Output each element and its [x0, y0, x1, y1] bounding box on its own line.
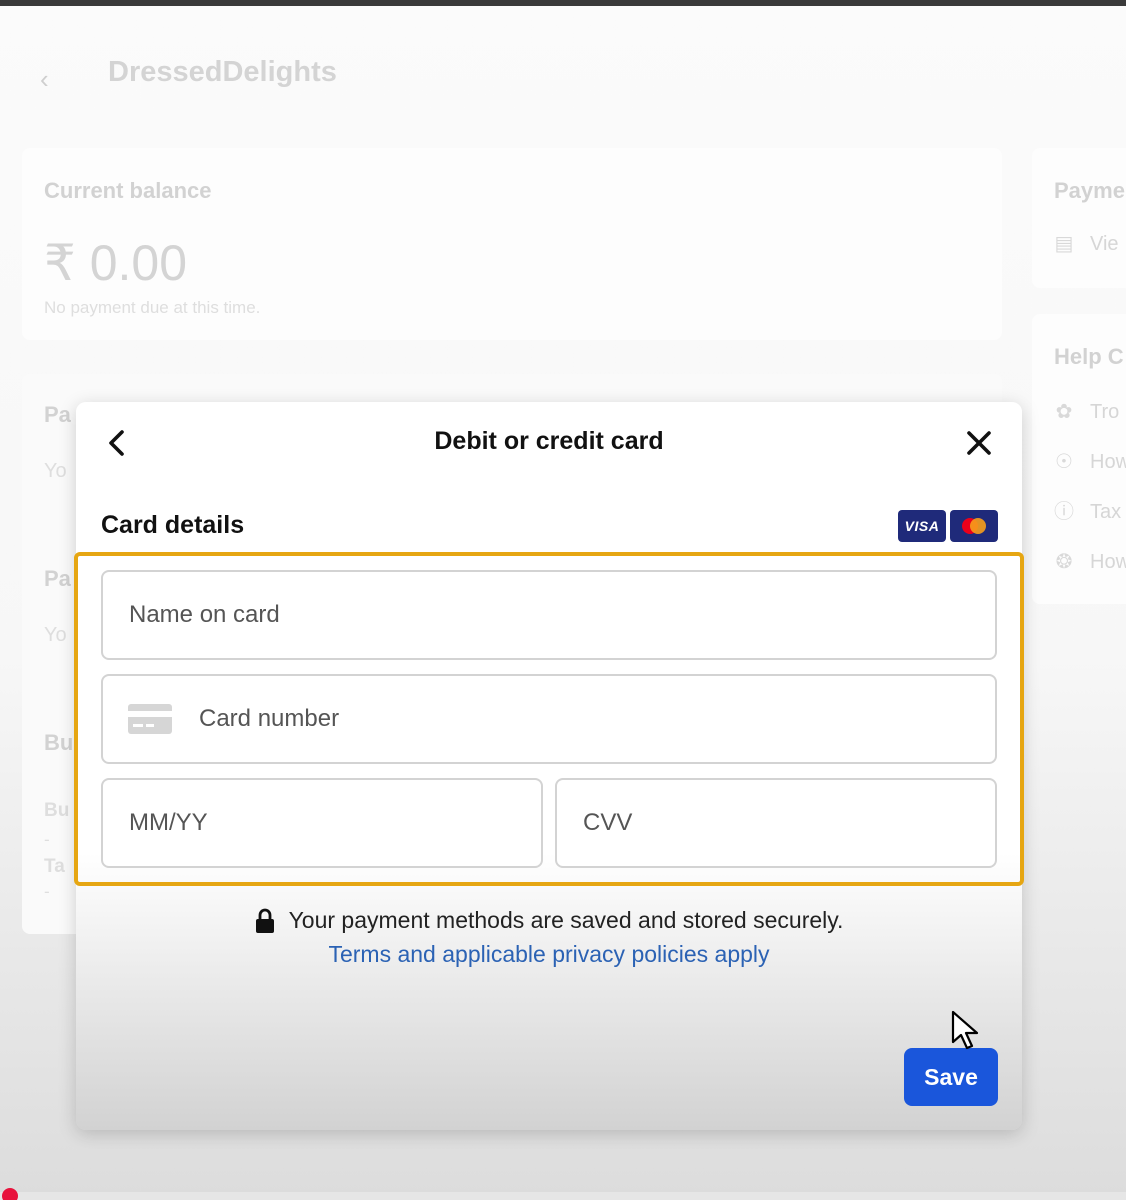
visa-logo: VISA: [898, 510, 946, 542]
side-card-title: Help C: [1054, 344, 1124, 369]
lock-icon: [255, 908, 274, 933]
close-icon[interactable]: [964, 428, 994, 458]
expiry-field[interactable]: MM/YY: [101, 778, 543, 868]
partial-label: Pa: [44, 402, 71, 427]
troubleshoot-icon: ✿: [1055, 401, 1073, 423]
balance-amount: ₹ 0.00: [44, 235, 188, 291]
dialog-title: Debit or credit card: [434, 427, 664, 455]
partial-label: Bu: [44, 730, 74, 755]
name-on-card-placeholder: Name on card: [129, 601, 280, 628]
card-details-heading: Card details: [101, 511, 245, 539]
receipt-icon: ▤: [1054, 233, 1074, 255]
name-on-card-field[interactable]: Name on card: [101, 570, 997, 660]
balance-card: Current balance ₹ 0.00 No payment due at…: [22, 148, 1002, 340]
card-dialog: Debit or credit card Card details VISA N…: [74, 402, 1024, 1130]
help-item[interactable]: ⓘ Tax: [1052, 500, 1121, 524]
expiry-placeholder: MM/YY: [129, 809, 208, 836]
partial-label: Yo: [44, 460, 67, 482]
mouse-pointer-icon: [951, 1010, 979, 1050]
help-item-label: How: [1090, 550, 1126, 573]
help-item[interactable]: ❂ How: [1052, 550, 1126, 574]
balance-note: No payment due at this time.: [44, 298, 261, 317]
card-brand-logos: VISA: [898, 510, 998, 542]
visa-logo-text: VISA: [904, 518, 940, 534]
balance-label: Current balance: [44, 178, 212, 203]
secure-note-text: Your payment methods are saved and store…: [288, 907, 844, 933]
help-item-label: Tax: [1090, 500, 1122, 523]
help-item[interactable]: ☉ How: [1052, 450, 1126, 474]
cvv-placeholder: CVV: [583, 809, 633, 836]
back-arrow-icon[interactable]: ‹: [40, 64, 62, 94]
progress-scrubber[interactable]: [2, 1188, 18, 1200]
help-center-card: Help C ✿ Tro ☉ How ⓘ Tax ❂ How: [1032, 314, 1126, 604]
payment-activity-card: Payme ▤ Vie: [1032, 148, 1126, 288]
help-item-label: Tro: [1090, 400, 1120, 423]
help-item-label: How: [1090, 450, 1126, 473]
hand-icon: ☉: [1055, 451, 1073, 473]
help-item[interactable]: ✿ Tro: [1052, 400, 1120, 424]
mastercard-icon: [962, 518, 986, 534]
card-number-placeholder: Card number: [199, 705, 340, 732]
side-link[interactable]: ▤ Vie: [1052, 232, 1119, 256]
partial-label: Pa: [44, 566, 71, 591]
secure-note: Your payment methods are saved and store…: [76, 907, 1022, 934]
credit-card-icon: [128, 704, 172, 734]
partial-label: -: [44, 882, 50, 901]
page-title: DressedDelights: [108, 56, 337, 88]
save-button[interactable]: Save: [904, 1048, 998, 1106]
mastercard-logo: [950, 510, 998, 542]
partial-label: Ta: [44, 856, 65, 877]
partial-label: Yo: [44, 624, 67, 646]
circles-icon: ❂: [1055, 551, 1073, 573]
partial-label: -: [44, 830, 50, 849]
terms-link[interactable]: Terms and applicable privacy policies ap…: [76, 941, 1022, 968]
side-link-label: Vie: [1090, 232, 1119, 255]
side-card-title: Payme: [1054, 178, 1125, 203]
info-icon: ⓘ: [1054, 501, 1074, 523]
cvv-field[interactable]: CVV: [555, 778, 997, 868]
partial-label: Bu: [44, 800, 70, 821]
card-number-field[interactable]: Card number: [101, 674, 997, 764]
video-progress-bar[interactable]: [0, 1192, 1126, 1200]
